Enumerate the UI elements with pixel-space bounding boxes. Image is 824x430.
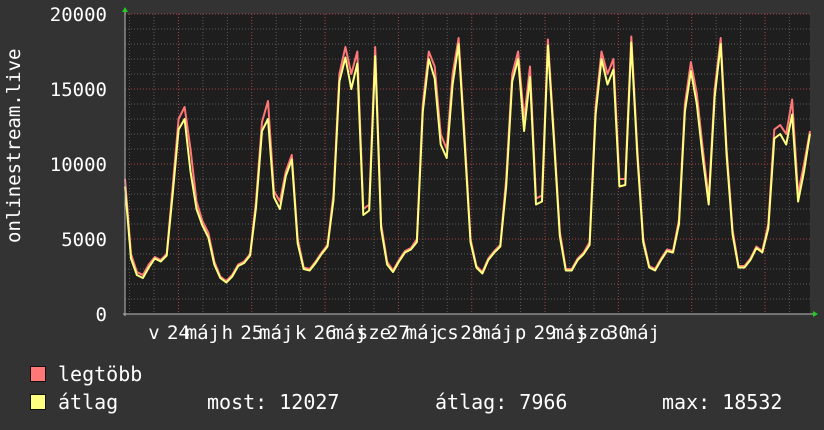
- x-tick-label: máj: [479, 322, 513, 344]
- stat-average: átlag: 7966: [435, 390, 568, 414]
- legend-label-avg: átlag: [58, 390, 119, 414]
- legend-item-max: legtöbb: [30, 362, 142, 386]
- y-tick-label: 5000: [61, 229, 107, 251]
- legend-swatch-avg: [30, 394, 46, 410]
- legend-swatch-max: [30, 366, 46, 382]
- y-tick-label: 10000: [50, 154, 107, 176]
- x-tick-labels: v 24máj h 25máj k 26májsze27májcs 28máj p 29májs…: [148, 322, 660, 344]
- y-tick-label: 20000: [50, 4, 107, 26]
- stat-current: most: 12027: [207, 390, 340, 414]
- legend-label-max: legtöbb: [58, 362, 143, 386]
- x-tick-label: h: [222, 322, 233, 344]
- x-tick-label: máj: [186, 322, 220, 344]
- stat-maximum: max: 18532: [662, 390, 783, 414]
- x-tick-label: p: [515, 322, 526, 344]
- y-axis-label: onlinestream.live: [3, 48, 25, 243]
- x-tick-label: máj: [626, 322, 660, 344]
- x-tick-label: k: [295, 322, 307, 344]
- legend-item-avg: átlag: [30, 390, 118, 414]
- x-tick-label: cs: [436, 322, 459, 344]
- x-tick-label: v: [148, 322, 159, 344]
- x-tick-label: máj: [259, 322, 293, 344]
- y-tick-label: 15000: [50, 79, 107, 101]
- y-tick-labels: 0 5000 10000 15000 20000: [50, 4, 107, 326]
- x-axis-arrow-icon: [813, 311, 818, 317]
- y-tick-label: 0: [96, 304, 107, 326]
- y-axis-arrow-icon: [122, 7, 128, 12]
- grid: [125, 13, 810, 314]
